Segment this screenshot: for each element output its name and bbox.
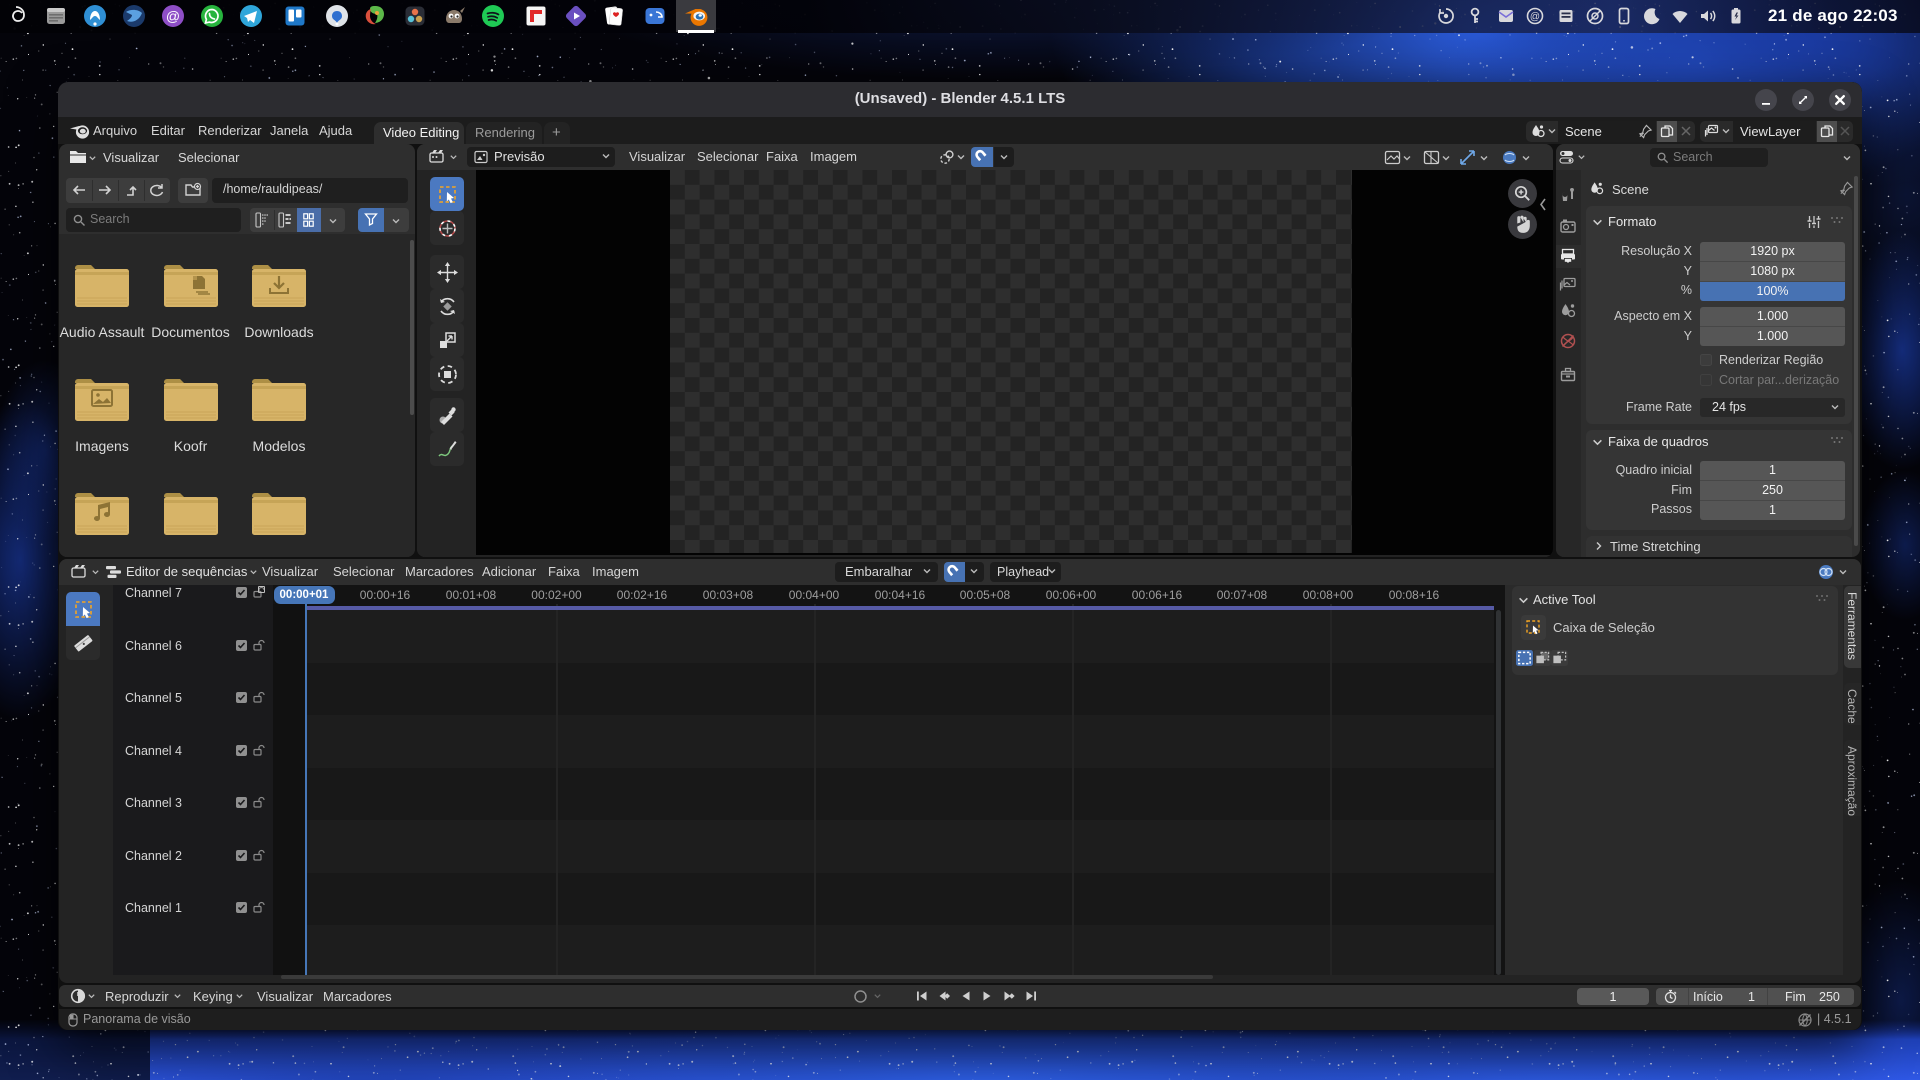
svg-text:@: @ bbox=[166, 8, 180, 24]
svg-text:@: @ bbox=[1530, 12, 1540, 23]
